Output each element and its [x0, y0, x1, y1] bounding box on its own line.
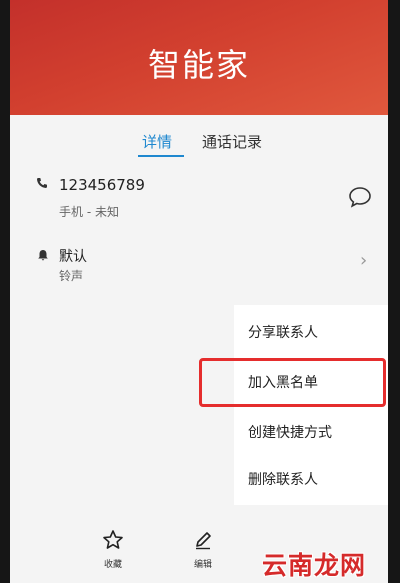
- tab-bar: 详情 通话记录: [10, 115, 388, 165]
- menu-item-delete-contact[interactable]: 删除联系人: [234, 458, 388, 502]
- bell-icon: [37, 249, 49, 264]
- ringtone-label: 铃声: [59, 269, 84, 283]
- edit-label: 编辑: [193, 560, 212, 570]
- phone-type: 手机 - 未知: [59, 205, 119, 219]
- favorite-label: 收藏: [103, 560, 122, 570]
- chevron-right-icon: ›: [360, 250, 368, 271]
- star-icon: [102, 530, 124, 555]
- phone-icon: [36, 177, 48, 192]
- tab-call-log[interactable]: 通话记录: [202, 131, 262, 152]
- device-bezel-right: [388, 0, 400, 583]
- menu-item-share-contact[interactable]: 分享联系人: [234, 311, 388, 355]
- edit-button[interactable]: 编辑: [188, 529, 218, 570]
- watermark: 云南龙网: [262, 551, 367, 580]
- phone-number: 123456789: [59, 176, 145, 194]
- menu-item-create-shortcut[interactable]: 创建快捷方式: [234, 411, 388, 455]
- contact-name: 智能家: [147, 46, 250, 84]
- message-icon[interactable]: [348, 186, 372, 208]
- contact-header: 智能家: [10, 0, 388, 115]
- contact-detail-screen: 智能家 详情 通话记录 123456789 手机 - 未知 默认 铃声 › 分享…: [10, 0, 388, 583]
- ringtone-value: 默认: [59, 249, 87, 265]
- highlight-annotation-box: [199, 358, 386, 407]
- favorite-button[interactable]: 收藏: [98, 529, 128, 570]
- active-tab-indicator: [138, 155, 184, 157]
- pencil-icon: [192, 532, 214, 555]
- device-bezel-left: [0, 0, 10, 583]
- tab-details[interactable]: 详情: [142, 131, 172, 152]
